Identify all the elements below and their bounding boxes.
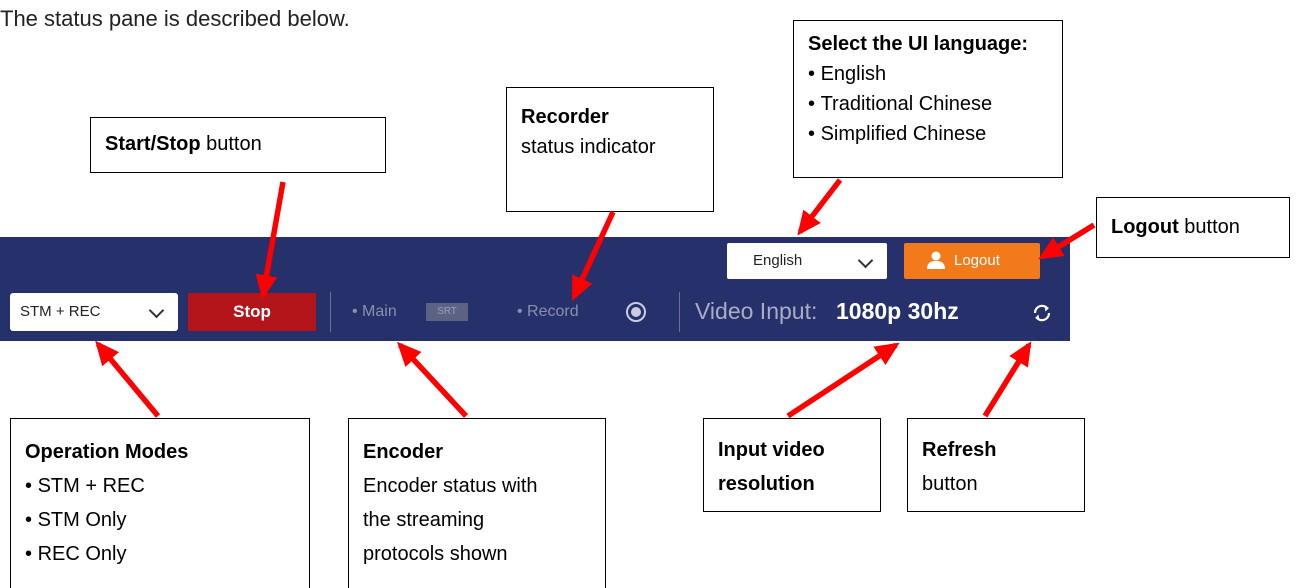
callout-language: Select the UI language: English Traditio…	[793, 20, 1063, 178]
callout-encoder-title: Encoder	[363, 441, 444, 463]
record-icon	[626, 302, 646, 322]
operation-mode-select[interactable]: STM + REC	[10, 293, 178, 331]
video-resolution-value: 1080p 30hz	[836, 298, 959, 324]
callout-start-stop-rest: button	[200, 133, 262, 155]
logout-label: Logout	[954, 252, 1000, 269]
arrow-input-video	[786, 342, 900, 419]
callout-recorder-bold: Recorder	[521, 106, 609, 128]
divider	[330, 292, 331, 332]
arrow-operation-modes	[95, 340, 161, 418]
callout-operation-modes: Operation Modes STM + REC STM Only REC O…	[10, 418, 310, 588]
callout-refresh: Refresh button	[907, 418, 1085, 512]
list-item: Simplified Chinese	[808, 119, 1048, 149]
list-item: Traditional Chinese	[808, 89, 1048, 119]
callout-recorder: Recorder status indicator	[506, 87, 714, 212]
divider	[679, 292, 680, 332]
callout-refresh-bold: Refresh	[922, 439, 997, 461]
callout-encoder-line: protocols shown	[363, 543, 508, 565]
callout-language-title: Select the UI language:	[808, 33, 1029, 55]
video-input-label: Video Input:	[695, 298, 818, 324]
list-item: STM Only	[25, 503, 295, 537]
language-select[interactable]: English	[727, 243, 887, 279]
intro-text: The status pane is described below.	[0, 6, 350, 31]
callout-input-video-line: Input video	[718, 439, 825, 461]
callout-recorder-line2: status indicator	[521, 136, 656, 158]
chevron-down-icon	[148, 302, 165, 319]
operation-mode-value: STM + REC	[20, 303, 101, 320]
callout-language-list: English Traditional Chinese Simplified C…	[808, 59, 1048, 149]
srt-protocol-badge: SRT	[426, 303, 468, 321]
callout-start-stop-bold: Start/Stop	[105, 133, 201, 155]
arrow-encoder	[397, 341, 469, 418]
callout-logout-bold: Logout	[1111, 216, 1179, 238]
callout-refresh-line2: button	[922, 473, 978, 495]
arrow-refresh	[982, 341, 1032, 418]
record-label: • Record	[517, 303, 579, 320]
callout-input-video-line: resolution	[718, 473, 815, 495]
list-item: REC Only	[25, 537, 295, 571]
language-select-value: English	[753, 252, 803, 269]
callout-encoder-line: Encoder status with	[363, 475, 538, 497]
callout-start-stop: Start/Stop button	[90, 117, 386, 173]
callout-operation-modes-list: STM + REC STM Only REC Only	[25, 469, 295, 571]
stop-button[interactable]: Stop	[188, 293, 316, 331]
callout-encoder-line: the streaming	[363, 509, 485, 531]
logout-button[interactable]: Logout	[904, 243, 1040, 279]
encoder-main-label: • Main	[352, 303, 397, 320]
person-icon	[927, 251, 945, 269]
arrow-language	[797, 178, 843, 236]
callout-input-video: Input video resolution	[703, 418, 881, 512]
chevron-down-icon	[857, 252, 874, 269]
status-bar: English Logout STM + REC Stop • Main SRT…	[0, 237, 1070, 341]
callout-logout: Logout button	[1096, 197, 1290, 258]
list-item: English	[808, 59, 1048, 89]
callout-operation-modes-title: Operation Modes	[25, 441, 189, 463]
callout-encoder: Encoder Encoder status with the streamin…	[348, 418, 606, 588]
list-item: STM + REC	[25, 469, 295, 503]
callout-logout-rest: button	[1178, 216, 1240, 238]
refresh-icon[interactable]	[1030, 301, 1054, 325]
